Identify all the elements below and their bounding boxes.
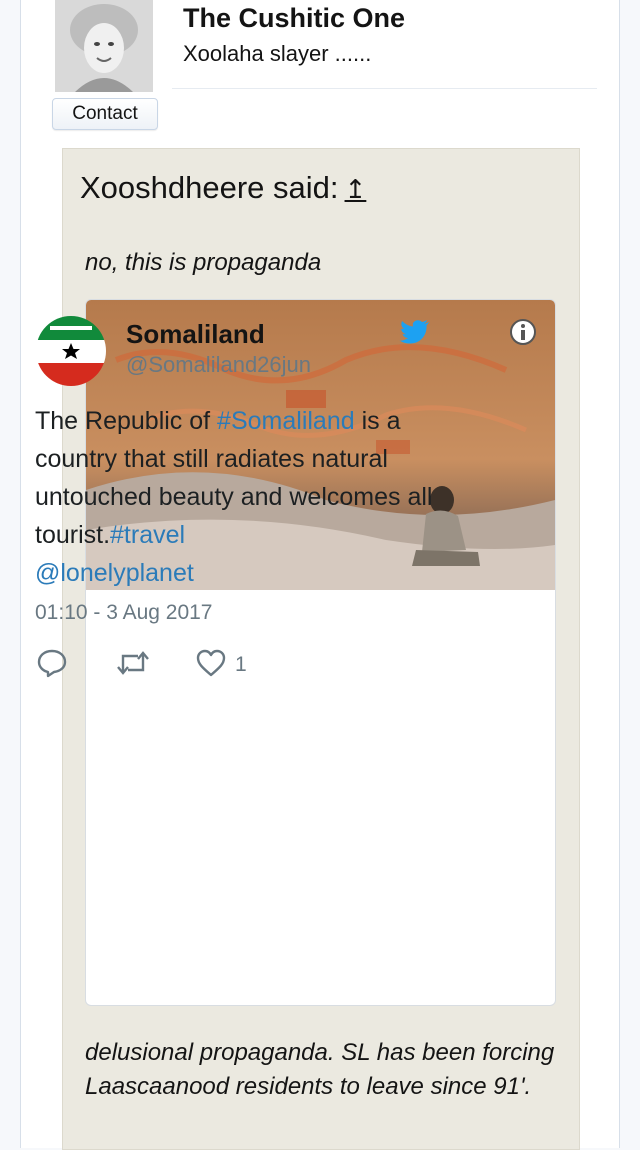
tweet-display-name[interactable]: Somaliland xyxy=(126,318,265,350)
info-icon[interactable] xyxy=(509,318,537,346)
reply-icon[interactable] xyxy=(36,648,68,678)
header-divider xyxy=(172,88,597,89)
somaliland-flag-avatar[interactable] xyxy=(36,316,106,386)
hashtag-link[interactable]: #travel xyxy=(110,521,185,549)
tweet-body: The Republic of #Somaliland is a country… xyxy=(35,402,445,592)
tweet-timestamp[interactable]: 01:10 - 3 Aug 2017 xyxy=(35,598,213,628)
quote-author: Xooshdheere said: ↥ xyxy=(80,168,366,209)
tweet-handle[interactable]: @Somaliland26jun xyxy=(126,350,311,380)
user-avatar[interactable] xyxy=(55,0,153,92)
quote-text-before: no, this is propaganda xyxy=(85,249,322,276)
user-title: Xoolaha slayer ...... xyxy=(183,41,372,66)
like-icon[interactable] xyxy=(195,648,227,678)
avatar-photo xyxy=(55,0,153,92)
like-count: 1 xyxy=(235,653,247,676)
retweet-icon[interactable] xyxy=(114,648,152,678)
hashtag-link[interactable]: #Somaliland xyxy=(217,407,355,435)
contact-button[interactable]: Contact xyxy=(52,98,158,130)
username[interactable]: The Cushitic One xyxy=(183,0,405,36)
tweet-text: The Republic of xyxy=(35,407,218,435)
quote-author-label: Xooshdheere said: xyxy=(80,170,339,205)
jump-to-post-icon[interactable]: ↥ xyxy=(345,174,367,204)
quote-text-after: delusional propaganda. SL has been forci… xyxy=(85,1039,555,1100)
mention-link[interactable]: @lonelyplanet xyxy=(35,559,194,587)
twitter-bird-icon[interactable] xyxy=(399,318,431,346)
